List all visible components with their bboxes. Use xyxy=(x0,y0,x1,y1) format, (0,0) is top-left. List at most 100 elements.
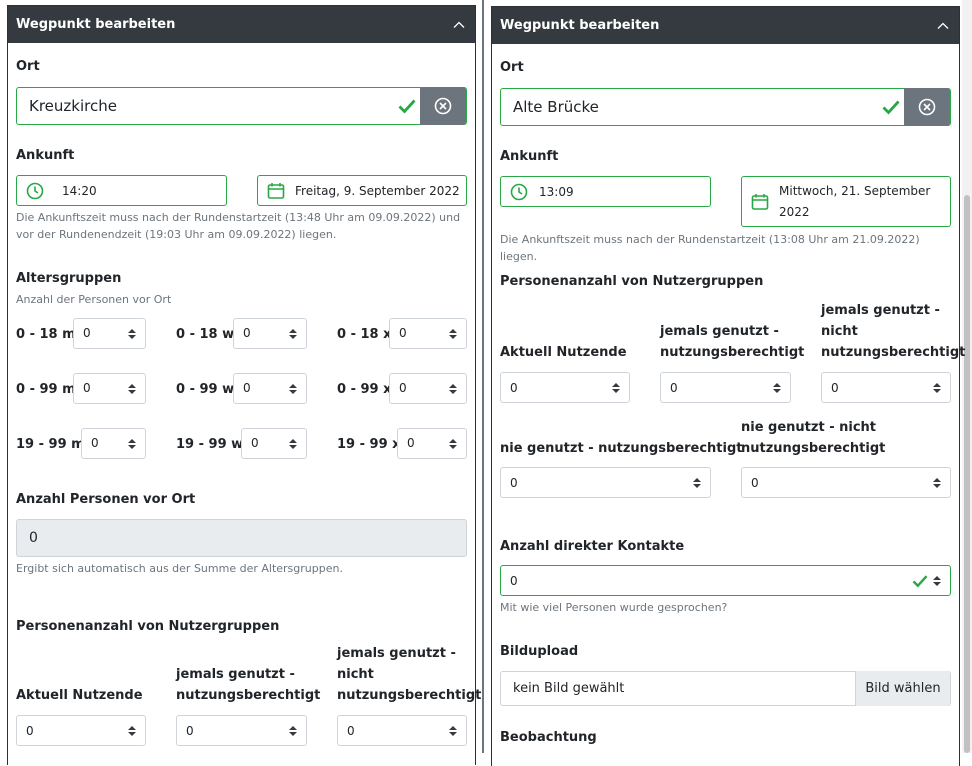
age-group-label: 19 - 99 w xyxy=(176,437,244,452)
spinner-icon[interactable] xyxy=(289,438,297,449)
nutzergruppe-input[interactable]: 0 xyxy=(337,715,467,746)
nutzergruppe-label-line: nicht xyxy=(821,324,858,339)
nutzergruppe-value: 0 xyxy=(831,380,839,395)
spinner-icon[interactable] xyxy=(449,383,457,394)
ort-input[interactable]: Alte Brücke xyxy=(500,88,951,126)
altersgruppen-label: Altersgruppen xyxy=(16,271,122,286)
spinner-icon[interactable] xyxy=(289,383,297,394)
age-group-input[interactable]: 0 xyxy=(73,373,146,404)
nutzergruppe-label-line: jemals genutzt - xyxy=(821,303,940,318)
nutzergruppe-label-line: jemals genutzt - xyxy=(660,324,779,339)
age-group-input[interactable]: 0 xyxy=(241,428,307,459)
file-upload-placeholder: kein Bild gewählt xyxy=(513,681,625,696)
altersgruppen-hint: Anzahl der Personen vor Ort xyxy=(16,293,172,306)
nutzergruppe-input[interactable]: 0 xyxy=(176,715,307,746)
age-group-value: 0 xyxy=(251,436,259,450)
age-group-input[interactable]: 0 xyxy=(389,318,467,349)
nutzergruppen-label: Personenanzahl von Nutzergruppen xyxy=(500,274,764,289)
age-group-input[interactable]: 0 xyxy=(397,428,467,459)
age-group-label: 0 - 99 m xyxy=(16,382,76,397)
chevron-up-icon[interactable] xyxy=(935,18,951,34)
chevron-up-icon[interactable] xyxy=(451,17,467,33)
panel-header[interactable]: Wegpunkt bearbeiten xyxy=(8,6,475,43)
age-group-input[interactable]: 0 xyxy=(389,373,467,404)
nutzergruppe-input[interactable]: 0 xyxy=(821,372,951,403)
age-group-input[interactable]: 0 xyxy=(233,373,307,404)
age-group-value: 0 xyxy=(399,326,407,340)
age-group-value: 0 xyxy=(407,436,415,450)
nutzergruppe-value: 0 xyxy=(186,723,194,738)
arrival-date-value: Mittwoch, 21. September 2022 xyxy=(779,181,930,223)
age-group-value: 0 xyxy=(243,326,251,340)
kontakte-input[interactable]: 0 xyxy=(500,565,951,596)
panel-title: Wegpunkt bearbeiten xyxy=(16,17,176,32)
nutzergruppen-label: Personenanzahl von Nutzergruppen xyxy=(16,619,280,634)
age-group-input[interactable]: 0 xyxy=(73,318,146,349)
kontakte-label: Anzahl direkter Kontakte xyxy=(500,539,685,554)
nutzergruppe-label-line: jemals genutzt - xyxy=(176,667,295,682)
choose-image-button[interactable]: Bild wählen xyxy=(855,671,950,706)
age-group-value: 0 xyxy=(91,436,99,450)
spinner-icon[interactable] xyxy=(773,382,781,393)
panel-header[interactable]: Wegpunkt bearbeiten xyxy=(492,7,959,44)
spinner-icon[interactable] xyxy=(933,575,941,586)
spinner-icon[interactable] xyxy=(933,477,941,488)
anzahl-personen-hint: Ergibt sich automatisch aus der Summe de… xyxy=(16,562,343,575)
nutzergruppe-value: 0 xyxy=(26,723,34,738)
clock-icon xyxy=(26,182,44,199)
spinner-icon[interactable] xyxy=(693,477,701,488)
nutzergruppe-label: nie genutzt - nutzungsberechtigt xyxy=(500,441,743,456)
anzahl-personen-value: 0 xyxy=(29,530,38,546)
age-group-label: 0 - 99 x xyxy=(337,382,392,397)
nutzergruppe-input[interactable]: 0 xyxy=(660,372,791,403)
spinner-icon[interactable] xyxy=(128,725,136,736)
ort-label: Ort xyxy=(16,59,40,74)
scrollbar-thumb[interactable] xyxy=(964,195,970,753)
nutzergruppe-label: Aktuell Nutzende xyxy=(16,688,143,703)
ort-value: Alte Brücke xyxy=(513,98,599,116)
age-group-label: 0 - 18 m xyxy=(16,327,76,342)
spinner-icon[interactable] xyxy=(449,725,457,736)
bildupload-label: Bildupload xyxy=(500,644,579,659)
age-group-value: 0 xyxy=(399,381,407,395)
arrival-date-value: Freitag, 9. September 2022 xyxy=(295,183,460,198)
age-group-value: 0 xyxy=(83,381,91,395)
spinner-icon[interactable] xyxy=(933,382,941,393)
spinner-icon[interactable] xyxy=(612,382,620,393)
file-upload-input[interactable]: kein Bild gewählt Bild wählen xyxy=(500,671,951,706)
nutzergruppe-input[interactable]: 0 xyxy=(500,467,711,498)
nutzergruppe-input[interactable]: 0 xyxy=(16,715,146,746)
age-group-value: 0 xyxy=(243,381,251,395)
arrival-time-input[interactable]: 14:20 xyxy=(16,175,227,206)
nutzergruppe-label: jemals genutzt - nicht nutzungsberechtig… xyxy=(337,643,481,706)
ankunft-label: Ankunft xyxy=(16,148,75,163)
age-group-input[interactable]: 0 xyxy=(81,428,146,459)
nutzergruppe-input[interactable]: 0 xyxy=(500,372,630,403)
clear-ort-button[interactable] xyxy=(904,88,950,126)
spinner-icon[interactable] xyxy=(289,328,297,339)
nutzergruppe-value: 0 xyxy=(751,475,759,490)
spinner-icon[interactable] xyxy=(128,438,136,449)
spinner-icon[interactable] xyxy=(128,328,136,339)
anzahl-personen-input: 0 xyxy=(16,519,467,557)
nutzergruppe-label-line: jemals genutzt - xyxy=(337,646,456,661)
spinner-icon[interactable] xyxy=(128,383,136,394)
arrival-date-input[interactable]: Mittwoch, 21. September 2022 xyxy=(741,176,951,227)
clear-ort-button[interactable] xyxy=(420,87,466,125)
arrival-time-input[interactable]: 13:09 xyxy=(500,176,711,207)
nutzergruppe-input[interactable]: 0 xyxy=(741,467,951,498)
age-group-input[interactable]: 0 xyxy=(233,318,307,349)
nutzergruppe-label-line: nutzungsberechtigt xyxy=(337,688,482,703)
calendar-icon xyxy=(751,193,769,210)
arrival-date-input[interactable]: Freitag, 9. September 2022 xyxy=(257,175,467,206)
nutzergruppe-label-line: nutzungsberechtigt xyxy=(821,345,966,360)
arrival-date-line: 2022 xyxy=(779,204,810,219)
spinner-icon[interactable] xyxy=(289,725,297,736)
spinner-icon[interactable] xyxy=(449,328,457,339)
ort-label: Ort xyxy=(500,60,524,75)
spinner-icon[interactable] xyxy=(449,438,457,449)
ort-input[interactable]: Kreuzkirche xyxy=(16,87,467,125)
close-circle-icon xyxy=(434,97,452,115)
arrival-time-value: 13:09 xyxy=(539,184,574,199)
waypoint-edit-panel-right: Wegpunkt bearbeiten Ort Alte Brücke Anku… xyxy=(491,6,965,766)
